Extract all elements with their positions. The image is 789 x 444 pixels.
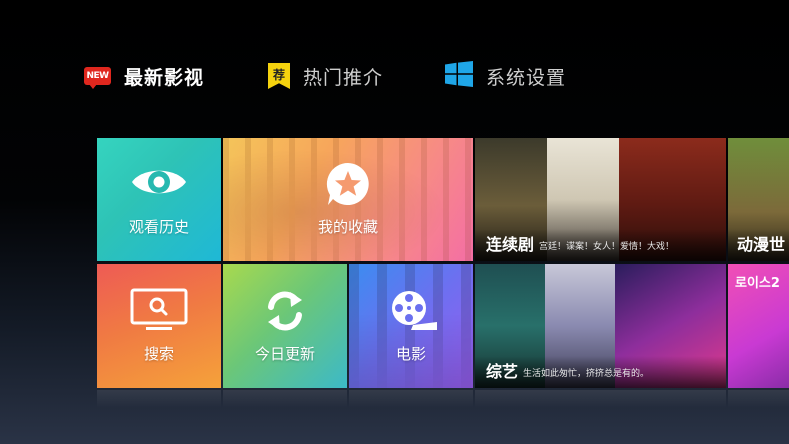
tile-reflection bbox=[97, 390, 221, 408]
poster-variety-caption: 综艺 生活如此匆忙，挤挤总是有的。 bbox=[475, 356, 726, 388]
nav-tab-latest-label: 最新影视 bbox=[124, 66, 205, 89]
tile-today-update[interactable]: 今日更新 bbox=[223, 264, 347, 388]
eye-icon bbox=[132, 170, 186, 194]
film-reel-icon bbox=[392, 291, 437, 330]
tile-movies-label: 电影 bbox=[395, 345, 426, 363]
recommend-bookmark-icon: 荐 bbox=[268, 63, 290, 89]
tile-watch-history[interactable]: 观看历史 bbox=[97, 138, 221, 261]
poster-tv-series-title: 连续剧 bbox=[486, 235, 535, 254]
nav-tab-settings-label: 系统设置 bbox=[486, 66, 567, 89]
tv-search-icon bbox=[130, 288, 188, 330]
poster-anime-2[interactable]: 로이스2 bbox=[728, 264, 789, 388]
top-nav: NEW 最新影视 荐 热门推介 系统设置 bbox=[0, 56, 789, 96]
refresh-icon bbox=[268, 291, 302, 331]
nav-tab-latest[interactable]: NEW 最新影视 bbox=[84, 56, 204, 96]
tile-favorites[interactable]: 我的收藏 bbox=[223, 138, 473, 261]
new-badge-icon: NEW bbox=[84, 67, 111, 89]
nav-tab-settings[interactable]: 系统设置 bbox=[445, 56, 566, 96]
tile-search-label: 搜索 bbox=[143, 345, 174, 363]
tile-today-update-label: 今日更新 bbox=[254, 345, 315, 363]
tile-movies[interactable]: 电影 bbox=[349, 264, 473, 388]
nav-tab-hot-label: 热门推介 bbox=[303, 66, 384, 89]
poster-anime-caption: 动漫世 bbox=[728, 229, 789, 261]
star-bubble-icon bbox=[326, 162, 369, 205]
poster-tv-series-subtitle: 宫廷！谍案！女人！爱情！大戏！ bbox=[539, 242, 675, 252]
tile-reflection bbox=[728, 390, 789, 408]
poster-anime[interactable]: 动漫世 bbox=[728, 138, 789, 261]
tile-reflection bbox=[223, 390, 347, 408]
windows-logo-icon bbox=[445, 61, 473, 91]
poster-variety-subtitle: 生活如此匆忙，挤挤总是有的。 bbox=[523, 369, 650, 379]
poster-variety-title: 综艺 bbox=[486, 362, 519, 381]
tile-favorites-label: 我的收藏 bbox=[317, 218, 378, 236]
poster-tv-series[interactable]: 连续剧 宫廷！谍案！女人！爱情！大戏！ bbox=[475, 138, 726, 261]
tile-reflection bbox=[475, 390, 726, 408]
poster-variety-shows[interactable]: 综艺 生活如此匆忙，挤挤总是有的。 bbox=[475, 264, 726, 388]
tile-reflection bbox=[349, 390, 473, 408]
poster-tv-series-caption: 连续剧 宫廷！谍案！女人！爱情！大戏！ bbox=[475, 229, 726, 261]
tile-watch-history-label: 观看历史 bbox=[128, 218, 189, 236]
tv-launcher-screen: NEW 最新影视 荐 热门推介 系统设置 观看历史 我的收藏 搜索 今日更新 电… bbox=[0, 0, 789, 444]
poster-anime-title: 动漫世 bbox=[737, 235, 786, 254]
tile-search[interactable]: 搜索 bbox=[97, 264, 221, 388]
nav-tab-hot[interactable]: 荐 热门推介 bbox=[268, 56, 383, 96]
poster-anime-2-title: 로이스2 bbox=[735, 276, 780, 291]
